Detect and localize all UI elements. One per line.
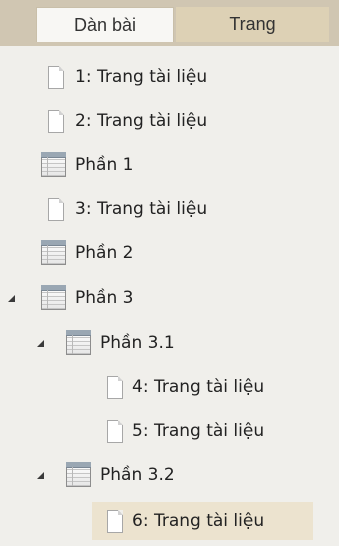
tree-item-label: Phần 2 bbox=[75, 243, 134, 263]
section-icon bbox=[41, 285, 66, 310]
tree-item-label: 1: Trang tài liệu bbox=[75, 67, 208, 87]
tree-item-page-2[interactable]: 2: Trang tài liệu bbox=[33, 102, 263, 140]
tree-item-section-3-2[interactable]: Phần 3.2 bbox=[30, 456, 290, 494]
page-icon bbox=[48, 110, 64, 133]
tree-item-label: 2: Trang tài liệu bbox=[75, 111, 208, 131]
collapse-arrow-icon[interactable] bbox=[37, 472, 44, 479]
tab-bar: Dàn bài Trang bbox=[0, 0, 339, 46]
tree-item-page-1[interactable]: 1: Trang tài liệu bbox=[33, 58, 263, 96]
tree-item-section-1[interactable]: Phần 1 bbox=[33, 146, 263, 184]
outline-tree: 1: Trang tài liệu 2: Trang tài liệu Phần… bbox=[0, 46, 339, 546]
page-icon bbox=[107, 420, 123, 443]
tree-item-label: Phần 3.2 bbox=[100, 465, 175, 485]
page-icon bbox=[48, 66, 64, 89]
section-icon bbox=[41, 240, 66, 265]
tree-item-page-6[interactable]: 6: Trang tài liệu bbox=[92, 502, 313, 540]
tree-item-label: 6: Trang tài liệu bbox=[132, 511, 265, 531]
tree-item-page-5[interactable]: 5: Trang tài liệu bbox=[95, 412, 313, 450]
tree-item-section-3-1[interactable]: Phần 3.1 bbox=[30, 324, 290, 362]
tree-item-label: Phần 3 bbox=[75, 288, 134, 308]
page-icon bbox=[107, 376, 123, 399]
section-icon bbox=[66, 330, 91, 355]
tab-outline[interactable]: Dàn bài bbox=[36, 7, 174, 42]
tree-item-section-3[interactable]: Phần 3 bbox=[0, 279, 263, 317]
tab-pages[interactable]: Trang bbox=[176, 7, 329, 42]
page-icon bbox=[48, 198, 64, 221]
tree-item-label: 5: Trang tài liệu bbox=[132, 421, 265, 441]
tree-item-label: Phần 1 bbox=[75, 155, 134, 175]
collapse-arrow-icon[interactable] bbox=[37, 340, 44, 347]
tree-item-label: 3: Trang tài liệu bbox=[75, 199, 208, 219]
tree-item-label: 4: Trang tài liệu bbox=[132, 377, 265, 397]
tree-item-section-2[interactable]: Phần 2 bbox=[33, 234, 263, 272]
collapse-arrow-icon[interactable] bbox=[8, 295, 15, 302]
page-icon bbox=[107, 510, 123, 533]
tree-item-label: Phần 3.1 bbox=[100, 333, 175, 353]
section-icon bbox=[41, 152, 66, 177]
tree-item-page-4[interactable]: 4: Trang tài liệu bbox=[95, 368, 313, 406]
section-icon bbox=[66, 462, 91, 487]
tree-item-page-3[interactable]: 3: Trang tài liệu bbox=[33, 190, 263, 228]
